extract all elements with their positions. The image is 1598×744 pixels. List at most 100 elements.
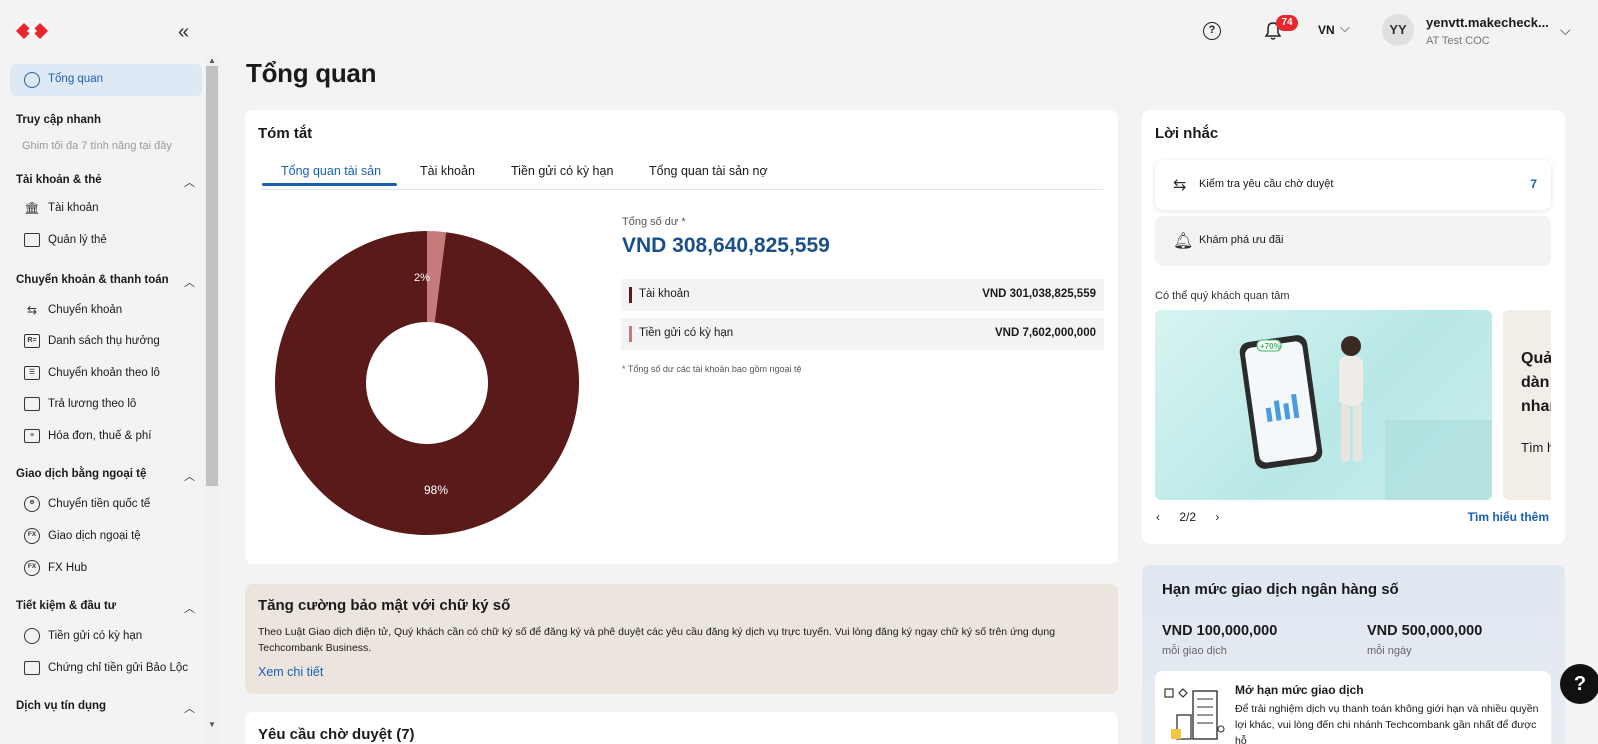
sidebar-item-label: FX Hub (48, 562, 87, 574)
quick-access-hint: Ghim tối đa 7 tính năng tại đây (22, 140, 172, 152)
tab-liabilities[interactable]: Tổng quan tài sản nợ (649, 164, 768, 178)
sidebar-item-label: Giao dịch ngoại tệ (48, 530, 141, 542)
quick-access-title: Truy cập nhanh (16, 114, 101, 126)
see-details-link[interactable]: Xem chi tiết (258, 665, 323, 679)
chevron-up-icon[interactable]: ︿ (184, 468, 195, 484)
sidebar-item-label: Trả lương theo lô (48, 398, 137, 410)
legend-bar (629, 287, 632, 303)
sidebar-item-label: Quản lý thẻ (48, 234, 107, 246)
bell-icon: 🔔︎ (1173, 233, 1194, 250)
promo-banner-next[interactable]: Quả dàn nhan Tìm h (1503, 310, 1551, 500)
slice-label-term-deposit: 2% (414, 272, 430, 284)
active-tab-indicator (262, 183, 397, 186)
bill-icon: ≡ (24, 429, 40, 443)
carousel-page: 2/2 (1179, 510, 1197, 524)
bank-icon: 🏛 (24, 201, 40, 215)
sidebar-item-label: Tổng quan (48, 73, 103, 85)
building-icon (1164, 688, 1225, 740)
help-fab-button[interactable]: ? (1560, 664, 1598, 704)
digital-signature-banner: Tăng cường bảo mật với chữ ký số Theo Lu… (245, 584, 1118, 694)
section-transfer-payment[interactable]: Chuyển khoản & thanh toán (16, 274, 169, 286)
transfer-icon: ⇆ (26, 303, 38, 317)
sidebar-item-label: Chuyển khoản (48, 304, 123, 316)
open-limit-card[interactable]: Mở hạn mức giao dịch Để trải nghiệm dịch… (1155, 671, 1551, 744)
collapse-sidebar-icon[interactable]: « (178, 22, 189, 42)
chevron-left-icon[interactable]: ‹ (1156, 510, 1160, 524)
carousel-pager: ‹ 2/2 › (1156, 510, 1235, 524)
asset-donut-chart: 98% 2% (275, 231, 579, 535)
reminder-count: 7 (1530, 177, 1537, 191)
balance-row-term-deposit[interactable]: Tiền gửi có kỳ hạn VND 7,602,000,000 (621, 318, 1104, 350)
total-balance-value: VND 308,640,825,559 (622, 234, 830, 257)
scrollbar-thumb[interactable] (206, 66, 218, 486)
sidebar-item-label: Hóa đơn, thuế & phí (48, 430, 152, 442)
techcombank-logo[interactable] (16, 20, 48, 42)
reminder-explore-offers[interactable]: 🔔︎ Khám phá ưu đãi (1155, 216, 1551, 266)
chevron-up-icon[interactable]: ︿ (184, 700, 195, 716)
username[interactable]: yenvtt.makecheck... (1426, 15, 1549, 30)
fx-icon: FX (24, 560, 40, 576)
table-icon: ☰ (24, 366, 40, 380)
row-value: VND 301,038,825,559 (982, 288, 1096, 300)
scroll-down-arrow[interactable]: ▼ (208, 720, 216, 729)
section-accounts-cards[interactable]: Tài khoản & thẻ (16, 174, 102, 186)
company-name: AT Test COC (1426, 35, 1490, 47)
fx-exchange-icon: FX (24, 528, 40, 544)
row-value: VND 7,602,000,000 (994, 327, 1096, 339)
summary-title: Tóm tắt (258, 125, 313, 142)
per-day-limit: VND 500,000,000 (1367, 623, 1483, 639)
beneficiary-list-icon: R= (24, 334, 40, 348)
promo-illustration: +70% (1239, 335, 1492, 500)
tab-accounts[interactable]: Tài khoản (420, 164, 475, 178)
globe-icon: ⊕ (24, 496, 40, 512)
chevron-up-icon[interactable]: ︿ (184, 600, 195, 616)
chevron-up-icon[interactable]: ︿ (184, 274, 195, 290)
per-transaction-limit: VND 100,000,000 (1162, 623, 1278, 639)
tab-term-deposit[interactable]: Tiền gửi có kỳ hạn (511, 164, 613, 178)
sidebar-item-label: Tiền gửi có kỳ hạn (48, 630, 143, 642)
learn-more-link[interactable]: Tìm hiểu thêm (1468, 510, 1549, 524)
slice-label-accounts: 98% (424, 483, 448, 497)
section-credit-services[interactable]: Dịch vụ tín dụng (16, 700, 106, 712)
section-savings-investment[interactable]: Tiết kiệm & đầu tư (16, 600, 116, 612)
per-day-label: mỗi ngày (1367, 645, 1412, 657)
reminder-label: Khám phá ưu đãi (1199, 234, 1284, 246)
open-limit-title: Mở hạn mức giao dịch (1235, 683, 1364, 697)
open-limit-text: Để trải nghiệm dịch vụ thanh toán không … (1235, 703, 1539, 744)
sidebar-item-overview[interactable]: Tổng quan (10, 64, 202, 96)
interest-title: Có thể quý khách quan tâm (1155, 290, 1290, 302)
section-foreign-currency[interactable]: Giao dịch bằng ngoại tệ (16, 468, 146, 480)
certificate-icon (24, 661, 40, 675)
promo2-line: Tìm h (1521, 440, 1551, 455)
chevron-right-icon[interactable]: › (1215, 510, 1219, 524)
scroll-up-arrow[interactable]: ▲ (208, 56, 216, 65)
legend-bar (629, 326, 632, 342)
promo2-line: dàn (1521, 374, 1550, 391)
card-icon (24, 233, 40, 247)
language-selector[interactable]: VN (1318, 23, 1335, 37)
piggy-bank-icon (24, 628, 40, 644)
sidebar-item-label: Danh sách thụ hưởng (48, 335, 160, 347)
help-icon[interactable]: ? (1203, 22, 1221, 40)
transfer-icon: ⇆ (1173, 177, 1187, 194)
avatar[interactable]: YY (1382, 14, 1414, 46)
chevron-down-icon[interactable]: ⌵ (1340, 20, 1350, 36)
page-title: Tổng quan (246, 58, 377, 88)
row-name: Tiền gửi có kỳ hạn (639, 327, 734, 339)
promo2-line: nhan (1521, 398, 1551, 415)
pie-chart-icon (24, 72, 40, 88)
tab-asset-overview[interactable]: Tổng quan tài sản (281, 164, 381, 178)
security-title: Tăng cường bảo mật với chữ ký số (258, 597, 511, 614)
promo-badge: +70% (1260, 342, 1281, 351)
sidebar: Tổng quan Truy cập nhanh Ghim tối đa 7 t… (0, 52, 210, 744)
promo2-line: Quả (1521, 350, 1551, 367)
chevron-down-icon[interactable]: ⌵ (1560, 22, 1571, 39)
notification-badge: 74 (1276, 15, 1298, 31)
reminder-pending-approval[interactable]: ⇆ Kiểm tra yêu cầu chờ duyệt 7 (1155, 160, 1551, 210)
row-name: Tài khoản (639, 288, 690, 300)
balance-row-accounts[interactable]: Tài khoản VND 301,038,825,559 (621, 279, 1104, 311)
total-balance-label: Tổng số dư * (622, 216, 686, 228)
limit-title: Hạn mức giao dịch ngân hàng số (1162, 581, 1399, 598)
chevron-up-icon[interactable]: ︿ (184, 174, 195, 190)
promo-banner[interactable]: +70% (1155, 310, 1492, 500)
